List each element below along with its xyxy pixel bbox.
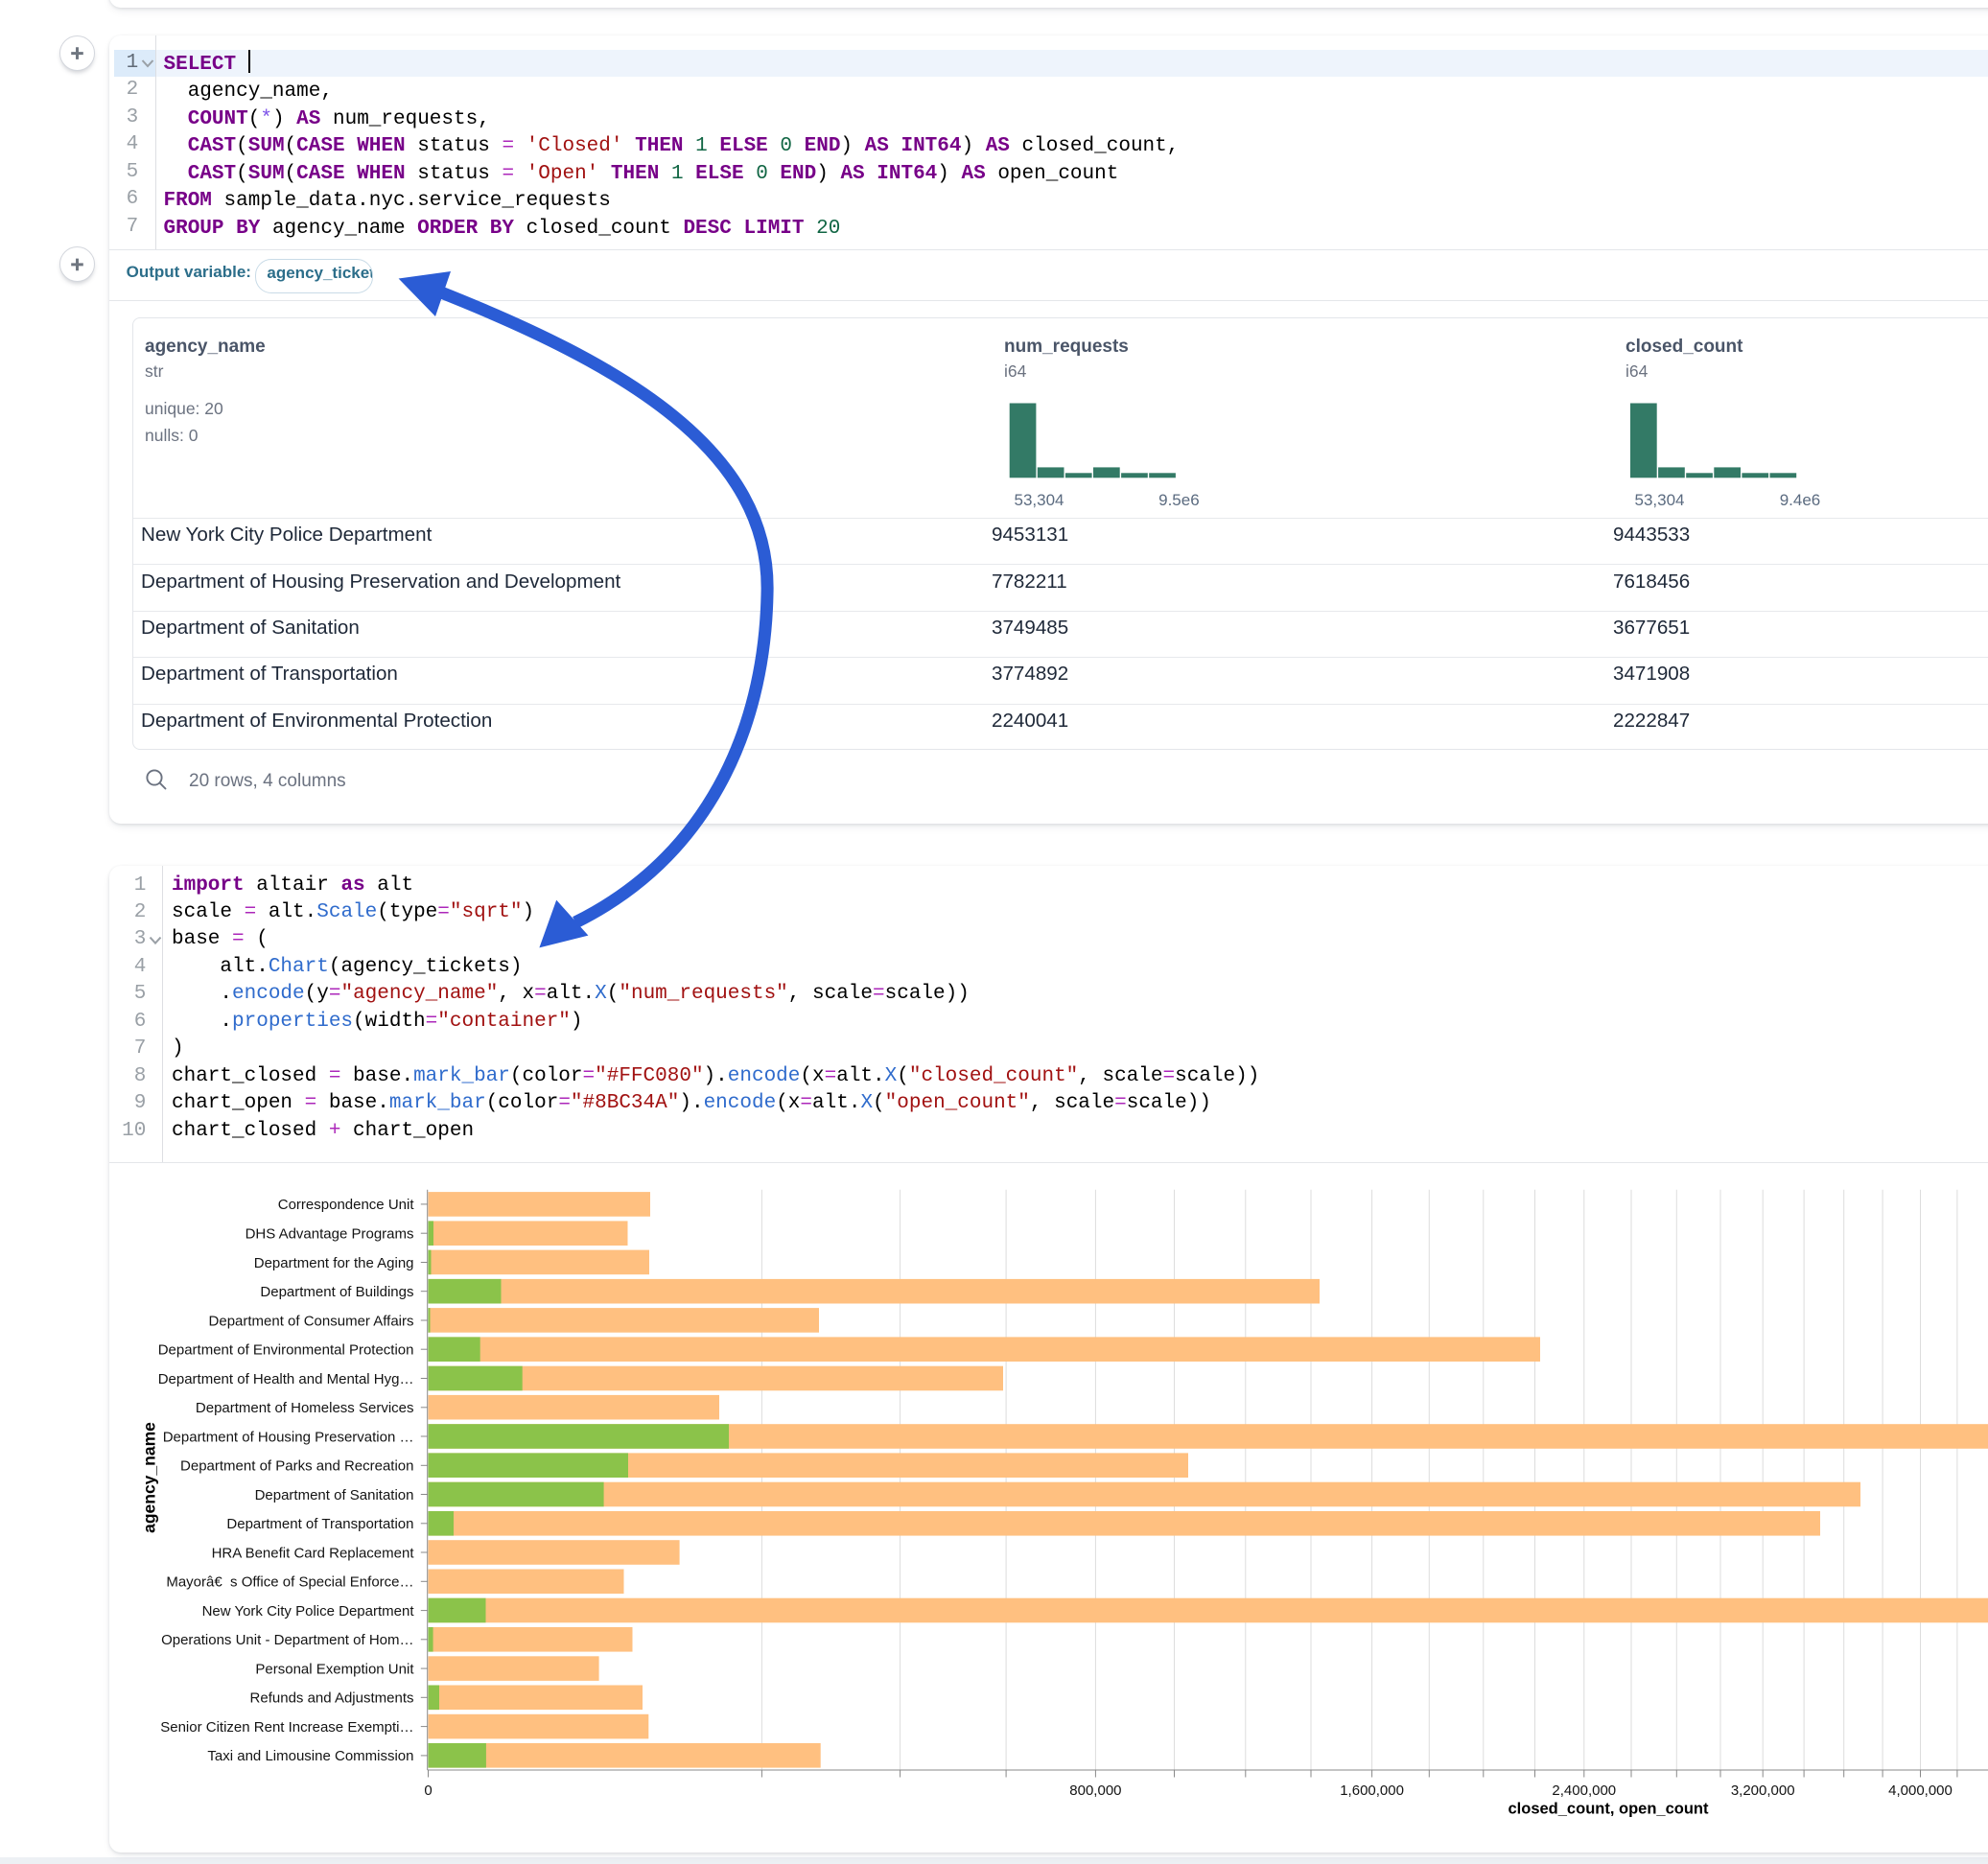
- svg-text:Operations Unit - Department o: Operations Unit - Department of Hom…: [161, 1632, 413, 1648]
- svg-text:Department of Environmental Pr: Department of Environmental Protection: [158, 1342, 414, 1359]
- svg-text:Taxi and Limousine Commission: Taxi and Limousine Commission: [207, 1748, 413, 1764]
- svg-text:Mayorâ€ s Office of Special E: Mayorâ€ s Office of Special Enforce…: [166, 1574, 413, 1591]
- svg-text:9.4e6: 9.4e6: [1780, 491, 1821, 509]
- svg-text:Department of Health and Menta: Department of Health and Mental Hyg…: [158, 1371, 414, 1387]
- svg-text:3,200,000: 3,200,000: [1731, 1782, 1795, 1799]
- svg-text:0: 0: [424, 1782, 432, 1799]
- svg-text:Department of Transportation: Department of Transportation: [226, 1516, 413, 1532]
- svg-text:9.5e6: 9.5e6: [1158, 491, 1200, 509]
- svg-text:Department for the Aging: Department for the Aging: [254, 1255, 414, 1271]
- svg-text:closed_count, open_count: closed_count, open_count: [1508, 1801, 1709, 1818]
- svg-text:agency_name: agency_name: [140, 1422, 159, 1533]
- svg-text:DHS Advantage Programs: DHS Advantage Programs: [246, 1226, 414, 1243]
- svg-text:Department of Buildings: Department of Buildings: [260, 1284, 413, 1300]
- svg-text:Department of Housing Preserva: Department of Housing Preservation …: [163, 1429, 414, 1445]
- svg-text:HRA Benefit Card Replacement: HRA Benefit Card Replacement: [212, 1545, 415, 1561]
- svg-text:53,304: 53,304: [1635, 491, 1685, 509]
- svg-text:Personal Exemption Unit: Personal Exemption Unit: [255, 1661, 414, 1677]
- svg-text:Department of Homeless Service: Department of Homeless Services: [196, 1400, 414, 1416]
- svg-text:Refunds and Adjustments: Refunds and Adjustments: [250, 1690, 414, 1707]
- svg-text:Department of Consumer Affairs: Department of Consumer Affairs: [209, 1313, 414, 1329]
- svg-text:Correspondence Unit: Correspondence Unit: [278, 1197, 415, 1213]
- svg-text:Department of Sanitation: Department of Sanitation: [255, 1487, 414, 1503]
- svg-text:53,304: 53,304: [1015, 491, 1064, 509]
- svg-text:Department of Parks and Recrea: Department of Parks and Recreation: [180, 1458, 413, 1475]
- svg-text:1,600,000: 1,600,000: [1340, 1782, 1404, 1799]
- svg-text:2,400,000: 2,400,000: [1552, 1782, 1616, 1799]
- svg-text:Senior Citizen Rent Increase E: Senior Citizen Rent Increase Exempti…: [160, 1719, 413, 1736]
- svg-text:4,000,000: 4,000,000: [1888, 1782, 1953, 1799]
- svg-text:New York City Police Departmen: New York City Police Department: [202, 1603, 415, 1619]
- svg-text:800,000: 800,000: [1069, 1782, 1121, 1799]
